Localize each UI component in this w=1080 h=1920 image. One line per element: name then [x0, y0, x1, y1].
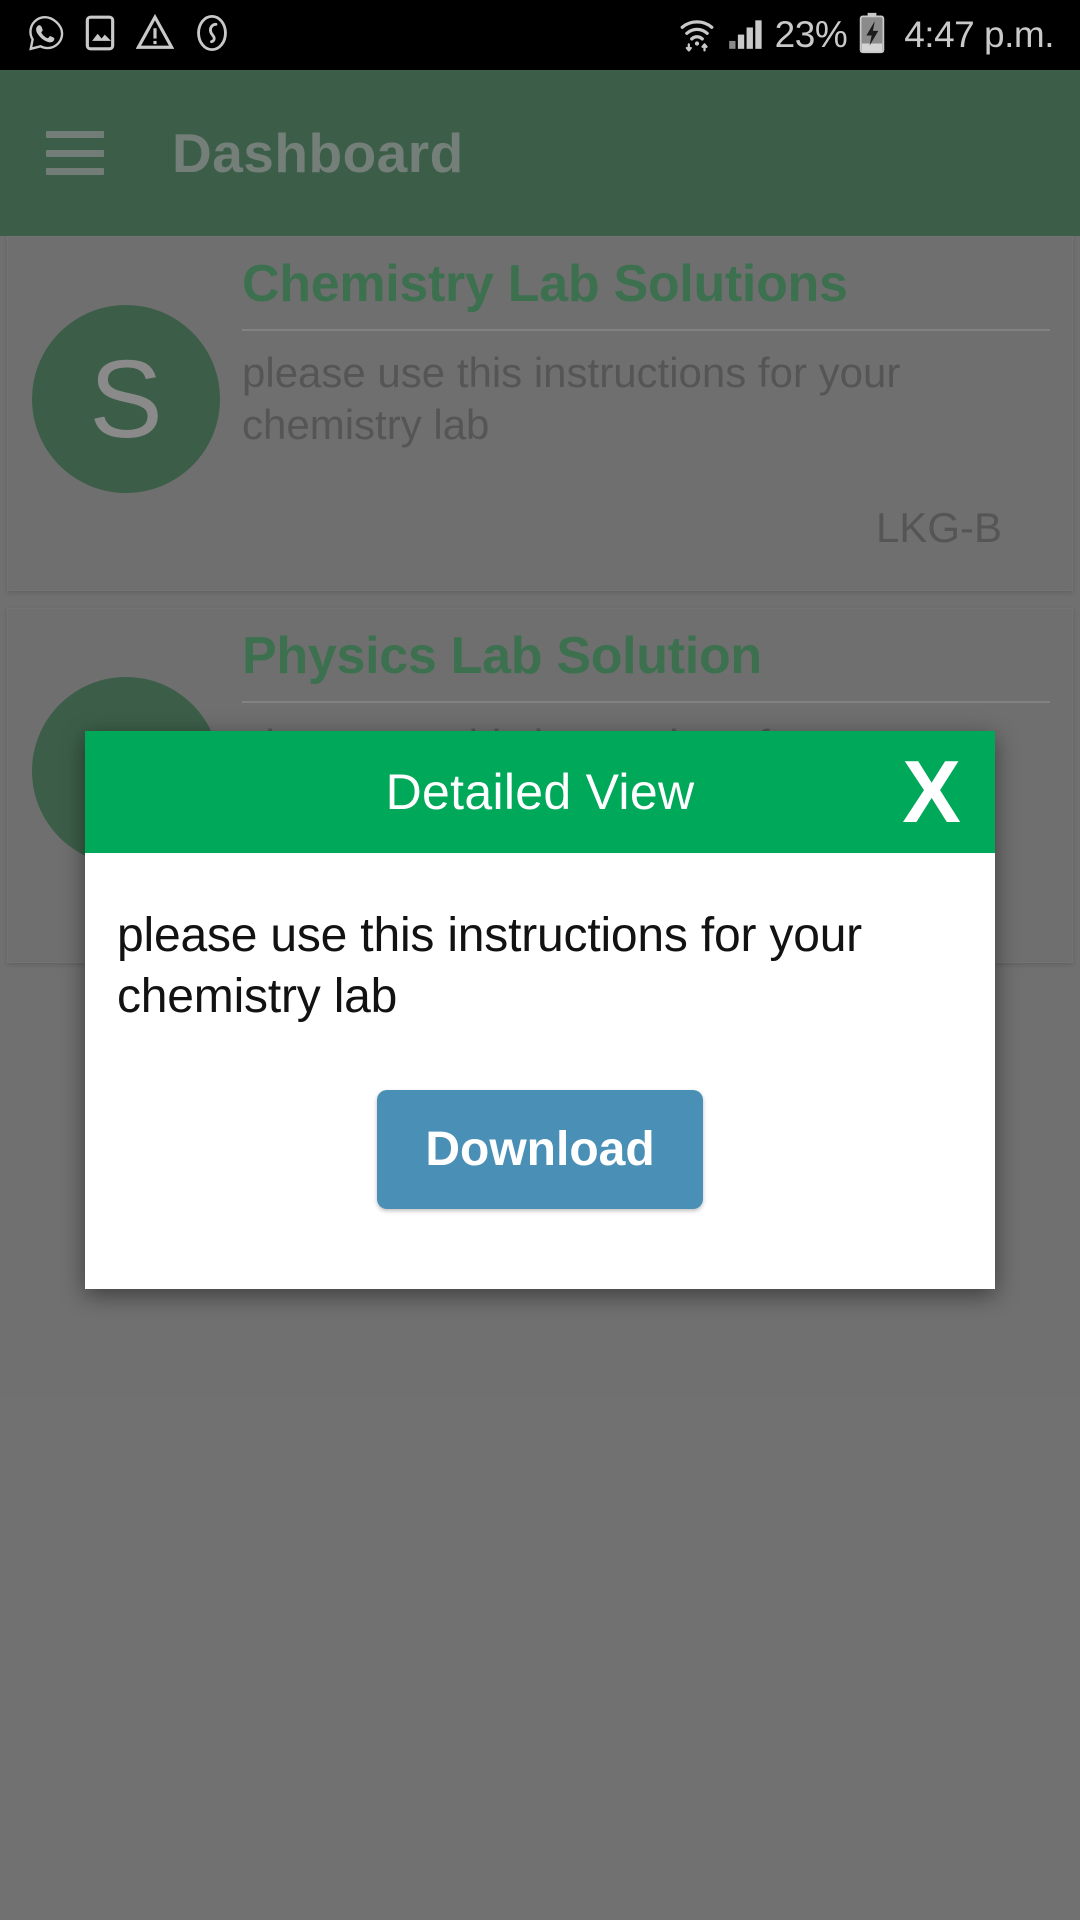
- missed-call-icon: [193, 14, 231, 57]
- divider: [242, 328, 1050, 331]
- status-bar-left-icons: [26, 13, 231, 57]
- battery-charging-icon: [858, 12, 886, 59]
- battery-percent-label: 23%: [774, 14, 848, 55]
- divider: [242, 700, 1050, 703]
- avatar: S: [32, 305, 220, 493]
- card-content: Chemistry Lab Solutions please use this …: [242, 255, 1050, 452]
- list-item[interactable]: S Chemistry Lab Solutions please use thi…: [7, 236, 1073, 591]
- page-title: Dashboard: [172, 122, 464, 184]
- download-button[interactable]: Download: [377, 1089, 703, 1209]
- wifi-icon: [679, 13, 715, 58]
- phone-screen: 23% 4:47 p.m. Dashboard S Chemistry Lab …: [0, 0, 1080, 1920]
- status-bar-right-icons: 23% 4:47 p.m.: [679, 12, 1054, 59]
- clock-label: 4:47 p.m.: [904, 14, 1054, 55]
- image-icon: [83, 14, 117, 57]
- dialog-message: please use this instructions for your ch…: [117, 909, 862, 1024]
- dialog-body: please use this instructions for your ch…: [85, 853, 995, 1289]
- card-title: Physics Lab Solution: [242, 627, 762, 685]
- dialog-actions: Download: [117, 1089, 963, 1249]
- dialog-title: Detailed View: [385, 764, 695, 820]
- whatsapp-icon: [26, 14, 64, 57]
- detailed-view-dialog: Detailed View X please use this instruct…: [85, 731, 995, 1289]
- status-bar: 23% 4:47 p.m.: [0, 0, 1080, 70]
- card-class-label: LKG-B: [875, 503, 1002, 551]
- hamburger-menu-icon[interactable]: [46, 131, 104, 175]
- signal-icon: [726, 14, 764, 57]
- dialog-header: Detailed View X: [85, 731, 995, 853]
- close-icon[interactable]: X: [902, 747, 961, 835]
- card-description: please use this instructions for your ch…: [242, 348, 901, 449]
- warning-icon: [135, 13, 175, 57]
- app-bar: Dashboard: [0, 70, 1080, 236]
- card-title: Chemistry Lab Solutions: [242, 255, 848, 313]
